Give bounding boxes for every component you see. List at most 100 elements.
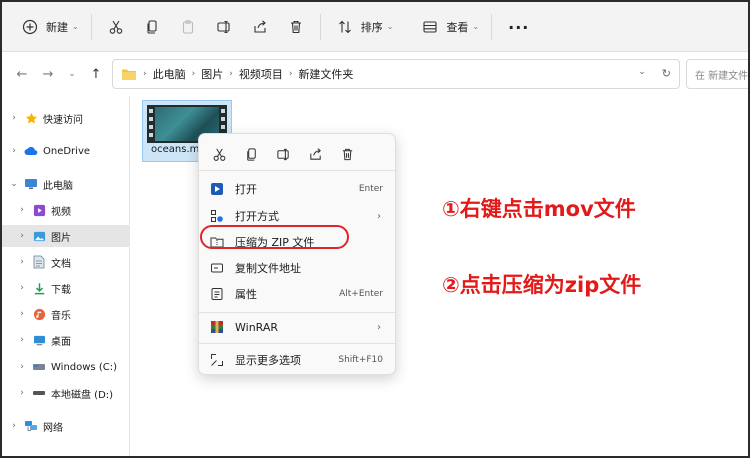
chevron-right-icon[interactable]: ›	[16, 335, 28, 345]
forward-button[interactable]: →	[36, 62, 60, 86]
paste-button[interactable]	[170, 11, 206, 43]
sidebar-item-documents[interactable]: › 文档	[2, 251, 129, 273]
address-bar[interactable]: › 此电脑 › 图片 › 视频项目 › 新建文件夹 ⌄ ↻	[112, 59, 680, 89]
chevron-right-icon[interactable]: ›	[8, 421, 20, 431]
new-button[interactable]: 新建 ⌄	[12, 11, 85, 43]
sidebar-item-this-pc[interactable]: ⌄ 此电脑	[2, 173, 129, 195]
new-label: 新建	[46, 20, 68, 34]
chevron-right-icon[interactable]: ›	[16, 257, 28, 267]
breadcrumb-separator-icon: ›	[143, 69, 147, 79]
cut-button[interactable]	[98, 11, 134, 43]
download-icon	[32, 281, 46, 295]
chevron-right-icon[interactable]: ›	[8, 113, 20, 123]
trash-icon	[284, 15, 308, 39]
chevron-right-icon: ›	[377, 210, 381, 222]
sidebar-item-label: 图片	[51, 232, 71, 244]
menu-divider	[199, 170, 397, 171]
film-sprocket	[149, 109, 153, 113]
menu-item-open[interactable]: 打开 Enter	[203, 177, 393, 201]
menu-item-shortcut: Enter	[358, 184, 383, 194]
sidebar-item-network[interactable]: › 网络	[2, 415, 129, 437]
properties-icon	[209, 286, 225, 302]
recent-locations-button[interactable]: ⌄	[60, 62, 84, 86]
chevron-down-icon[interactable]: ⌄	[8, 179, 20, 189]
back-button[interactable]: ←	[10, 62, 34, 86]
breadcrumb-this-pc[interactable]: 此电脑	[153, 66, 186, 82]
scissors-icon	[213, 148, 225, 161]
folder-icon	[121, 67, 137, 81]
copy-button[interactable]	[239, 142, 263, 166]
search-input[interactable]: 在 新建文件夹	[686, 59, 748, 89]
sidebar-item-onedrive[interactable]: › OneDrive	[2, 140, 129, 162]
menu-item-copy-path[interactable]: 复制文件地址	[203, 256, 393, 280]
up-button[interactable]: ↑	[84, 62, 108, 86]
computer-icon	[24, 177, 38, 191]
sidebar-item-label: 快速访问	[43, 114, 83, 126]
delete-button[interactable]	[335, 142, 359, 166]
sidebar-item-label: 音乐	[51, 310, 71, 322]
rename-button[interactable]	[271, 142, 295, 166]
copy-button[interactable]	[134, 11, 170, 43]
sidebar-item-pictures[interactable]: › 图片	[2, 225, 129, 247]
share-button[interactable]	[242, 11, 278, 43]
open-with-icon	[209, 208, 225, 224]
chevron-down-icon: ⌄	[472, 22, 480, 31]
menu-item-show-more-options[interactable]: 显示更多选项 Shift+F10	[203, 348, 393, 372]
delete-button[interactable]	[278, 11, 314, 43]
winrar-icon	[209, 319, 225, 335]
chevron-right-icon[interactable]: ›	[8, 146, 20, 156]
breadcrumb-new-folder[interactable]: 新建文件夹	[298, 66, 353, 82]
sidebar-item-label: 本地磁盘 (D:)	[51, 389, 114, 401]
menu-item-properties[interactable]: 属性 Alt+Enter	[203, 282, 393, 306]
chevron-right-icon[interactable]: ›	[16, 362, 28, 372]
arrow-left-icon: ←	[16, 66, 28, 82]
copy-icon	[246, 147, 256, 161]
sidebar-item-drive-d[interactable]: › 本地磁盘 (D:)	[2, 382, 129, 404]
sort-icon	[333, 15, 357, 39]
chevron-right-icon[interactable]: ›	[16, 309, 28, 319]
breadcrumb-separator-icon: ›	[229, 69, 233, 79]
more-button[interactable]: ...	[498, 11, 535, 43]
video-icon	[32, 203, 46, 217]
copy-path-icon	[209, 260, 225, 276]
sidebar-item-music[interactable]: › 音乐	[2, 303, 129, 325]
sidebar-item-quick-access[interactable]: › 快速访问	[2, 107, 129, 129]
cut-button[interactable]	[207, 142, 231, 166]
picture-icon	[32, 229, 46, 243]
chevron-right-icon: ›	[377, 321, 381, 333]
menu-item-winrar[interactable]: WinRAR ›	[203, 315, 393, 339]
share-button[interactable]	[303, 142, 327, 166]
desktop-icon	[32, 333, 46, 347]
sidebar-item-drive-c[interactable]: › Windows (C:)	[2, 356, 129, 378]
sidebar-item-videos[interactable]: › 视频	[2, 199, 129, 221]
explorer-window: 新建 ⌄ 排序 ⌄ 查看 ⌄ ... ← → ⌄ ↑ › 此电脑 › 图片 › …	[0, 0, 750, 458]
drive-d-icon	[32, 386, 46, 400]
chevron-right-icon[interactable]: ›	[16, 388, 28, 398]
menu-item-shortcut: Shift+F10	[338, 355, 383, 365]
file-name: oceans.m	[151, 144, 200, 155]
menu-divider	[199, 312, 397, 313]
chevron-right-icon[interactable]: ›	[16, 205, 28, 215]
share-icon	[248, 15, 272, 39]
film-sprocket	[221, 125, 225, 129]
breadcrumb-video-projects[interactable]: 视频项目	[239, 66, 283, 82]
film-sprocket	[149, 125, 153, 129]
scissors-icon	[104, 15, 128, 39]
refresh-icon[interactable]: ↻	[662, 67, 671, 80]
menu-divider	[199, 343, 397, 344]
breadcrumb-pictures[interactable]: 图片	[201, 66, 223, 82]
sort-button[interactable]: 排序 ⌄	[327, 11, 400, 43]
sidebar-item-label: Windows (C:)	[51, 361, 117, 373]
film-sprocket	[149, 117, 153, 121]
more-icon: ...	[508, 14, 530, 33]
command-bar: 新建 ⌄ 排序 ⌄ 查看 ⌄ ...	[2, 2, 748, 52]
view-label: 查看	[446, 20, 469, 34]
sidebar-item-downloads[interactable]: › 下载	[2, 277, 129, 299]
chevron-right-icon[interactable]: ›	[16, 283, 28, 293]
drive-c-icon	[32, 360, 46, 374]
rename-button[interactable]	[206, 11, 242, 43]
address-history-button[interactable]: ⌄	[638, 67, 646, 80]
view-button[interactable]: 查看 ⌄	[412, 11, 485, 43]
chevron-right-icon[interactable]: ›	[16, 231, 28, 241]
sidebar-item-desktop[interactable]: › 桌面	[2, 329, 129, 351]
